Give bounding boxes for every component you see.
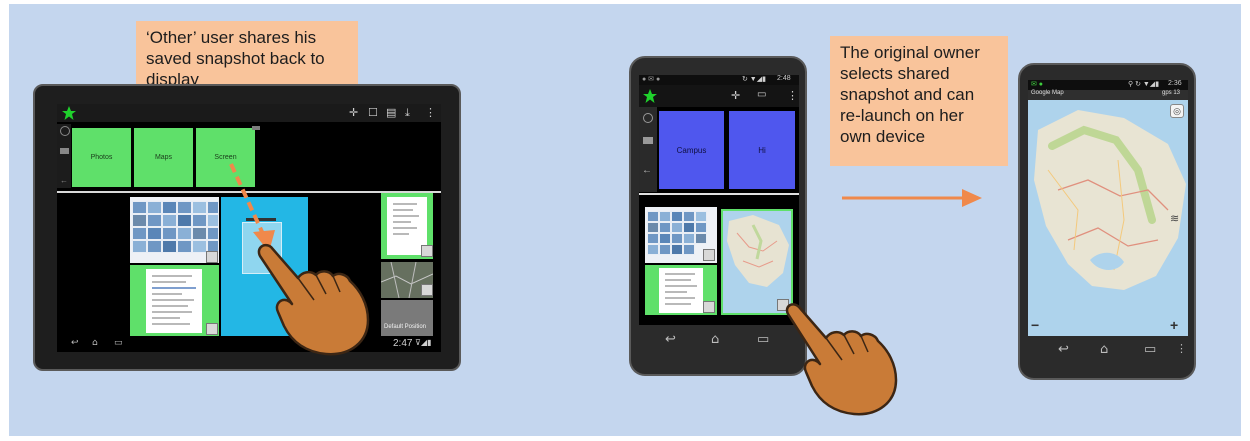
rail-settings-icon[interactable] [643, 113, 653, 123]
recents-nav-icon[interactable]: ▭ [757, 332, 769, 347]
compass-icon[interactable]: ◎ [1170, 104, 1184, 118]
list-icon[interactable]: ▤ [386, 106, 396, 119]
phone-right-nav-bar: ↩ ⌂ ▭ ⋮ [1028, 342, 1188, 362]
thumb-select-handle[interactable] [206, 251, 218, 263]
recents-nav-icon[interactable]: ▭ [114, 338, 123, 348]
status-icons: ↻ ▼◢▮ [742, 76, 766, 83]
phone-left-status-bar: ● ✉ ● ↻ ▼◢▮ 2:48 [639, 75, 799, 85]
rail-settings-icon[interactable] [60, 126, 70, 136]
zoom-in-icon[interactable]: + [1170, 318, 1184, 332]
snapshot-doc-right[interactable] [381, 193, 433, 259]
arrow-icon [842, 189, 982, 207]
more-icon[interactable]: ⋮ [1176, 342, 1187, 355]
phone-right-device: ✉ ● ⚲ ↻ ▼◢▮ 2:36 Google Map gps 13 ◎ ≋ −… [1018, 63, 1196, 380]
document-page [659, 268, 703, 313]
recents-nav-icon[interactable]: ▭ [1144, 342, 1156, 357]
move-icon[interactable]: ✛ [349, 106, 358, 119]
tile-label: Photos [90, 154, 113, 161]
layers-icon[interactable]: ≋ [1170, 212, 1184, 226]
tablet-side-rail: ← [57, 124, 71, 188]
zoom-out-icon[interactable]: − [1031, 318, 1045, 332]
phone-left-action-bar: ✛ ▭ ⋮ [639, 85, 799, 107]
tile-label: Hi [758, 145, 766, 155]
rail-back-icon[interactable]: ← [60, 176, 68, 185]
thumb-select-handle[interactable] [703, 301, 715, 313]
move-icon[interactable]: ✛ [731, 89, 740, 102]
snapshot-document[interactable] [130, 265, 219, 336]
window-icon[interactable]: ▭ [757, 89, 766, 100]
status-icons: ✉ ● [1031, 81, 1044, 88]
pointing-hand-icon [257, 243, 370, 356]
star-icon[interactable] [62, 106, 76, 120]
snapshot-document[interactable] [645, 265, 717, 315]
phone-left-nav-bar: ↩ ⌂ ▭ [639, 332, 799, 352]
callout-share-back-text: ‘Other’ user shares his saved snapshot b… [146, 28, 325, 89]
star-icon[interactable] [643, 89, 657, 103]
photo-grid [132, 201, 219, 261]
more-icon[interactable]: ⋮ [425, 106, 436, 119]
back-nav-icon[interactable]: ↩ [1058, 342, 1069, 357]
window-icon[interactable]: ☐ [368, 106, 378, 119]
snapshot-map-right[interactable] [381, 262, 433, 298]
snapshot-photos[interactable] [130, 197, 219, 263]
rail-back-icon[interactable]: ← [642, 165, 652, 176]
phone-right-screen: ✉ ● ⚲ ↻ ▼◢▮ 2:36 Google Map gps 13 ◎ ≋ −… [1028, 80, 1188, 336]
tile-label: Maps [154, 154, 173, 161]
thumb-select-handle[interactable] [703, 249, 715, 261]
tablet-tile-maps[interactable]: Maps [134, 128, 193, 187]
default-position-panel[interactable]: Default Position [381, 300, 433, 336]
map-view[interactable] [1028, 100, 1188, 336]
tablet-nav-bar: ↩ ⌂ ▭ 2:47 ⊽◢▮ [57, 338, 441, 352]
pointing-hand-icon [785, 303, 898, 416]
tablet-toolbar-icons: ✛ ☐ ▤ ⤓ ⋮ [349, 106, 439, 120]
tablet-action-bar: ✛ ☐ ▤ ⤓ ⋮ [57, 104, 441, 122]
rail-folder-icon[interactable] [643, 137, 653, 144]
phone-right-status-bar: ✉ ● ⚲ ↻ ▼◢▮ 2:36 [1028, 80, 1188, 90]
thumb-select-handle[interactable] [421, 245, 433, 257]
phone-left-divider [639, 193, 799, 195]
status-icons: ⊽◢▮ [415, 338, 432, 347]
status-icons: ⚲ ↻ ▼◢▮ [1128, 81, 1160, 88]
tile-corner-badge [252, 126, 260, 130]
home-nav-icon[interactable]: ⌂ [711, 332, 719, 347]
callout-relaunch: The original owner selects shared snapsh… [830, 36, 1008, 166]
phone-left-screen: ● ✉ ● ↻ ▼◢▮ 2:48 ✛ ▭ ⋮ ← Campus Hi [639, 75, 799, 325]
tablet-tile-photos[interactable]: Photos [72, 128, 131, 187]
callout-relaunch-text: The original owner selects shared snapsh… [840, 43, 980, 146]
tablet-status-time: 2:47 [393, 338, 413, 349]
download-icon[interactable]: ⤓ [405, 106, 410, 120]
map-preview [723, 211, 791, 313]
map-title-bar: Google Map gps 13 [1028, 90, 1188, 100]
app-title: Google Map [1031, 90, 1064, 96]
phone-tile-campus[interactable]: Campus [659, 111, 724, 189]
phone-left-status-time: 2:48 [777, 75, 791, 82]
home-nav-icon[interactable]: ⌂ [1100, 342, 1108, 357]
thumb-select-handle[interactable] [206, 323, 218, 335]
phone-right-status-time: 2:36 [1168, 80, 1182, 87]
snapshot-photos[interactable] [645, 207, 717, 263]
tile-label: Campus [676, 145, 707, 155]
home-nav-icon[interactable]: ⌂ [92, 338, 98, 348]
back-nav-icon[interactable]: ↩ [71, 338, 79, 348]
thumb-select-handle[interactable] [421, 284, 433, 296]
back-nav-icon[interactable]: ↩ [665, 332, 676, 347]
phone-left-side-rail: ← [639, 107, 657, 192]
more-icon[interactable]: ⋮ [787, 89, 798, 102]
document-page [146, 269, 202, 333]
figure: ‘Other’ user shares his saved snapshot b… [0, 0, 1250, 441]
phone-tile-hi[interactable]: Hi [729, 111, 795, 189]
default-position-label: Default Position [384, 324, 427, 330]
gps-label: gps 13 [1162, 90, 1181, 96]
status-icons: ● ✉ ● [642, 76, 661, 83]
rail-folder-icon[interactable] [60, 148, 69, 154]
